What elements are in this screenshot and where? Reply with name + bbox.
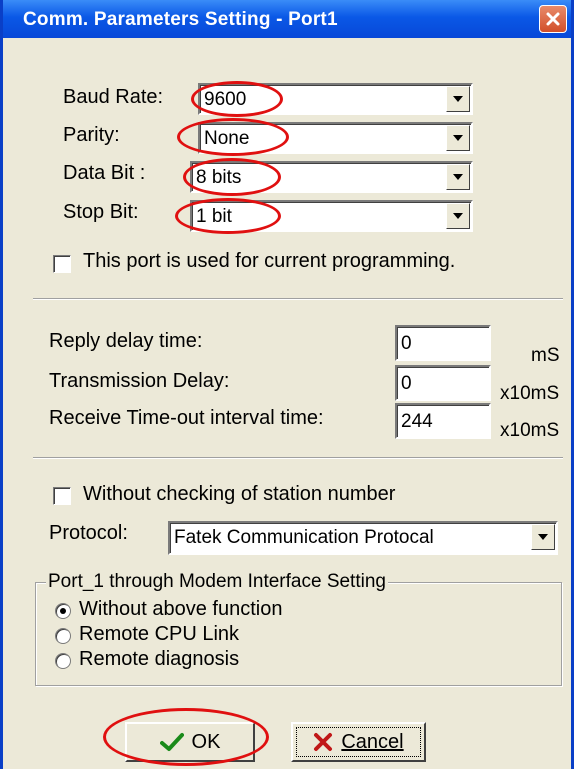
reply-delay-label: Reply delay time: <box>49 330 203 352</box>
without-station-check-checkbox[interactable] <box>53 487 71 505</box>
transmission-delay-value: 0 <box>401 373 412 394</box>
baud-rate-dropdown-button[interactable] <box>446 86 470 112</box>
data-bit-value: 8 bits <box>196 167 242 188</box>
ok-button[interactable]: OK <box>125 722 255 762</box>
modem-group-title: Port_1 through Modem Interface Setting <box>46 571 388 593</box>
parity-select[interactable]: None <box>198 122 473 154</box>
current-programming-checkbox[interactable] <box>53 255 71 273</box>
parity-value: None <box>204 128 250 149</box>
reply-delay-input[interactable]: 0 <box>395 325 491 361</box>
radio-remote-cpu-link-label: Remote CPU Link <box>79 623 240 645</box>
reply-delay-unit: mS <box>531 345 560 366</box>
baud-rate-select[interactable]: 9600 <box>198 83 473 115</box>
reply-delay-value: 0 <box>401 333 412 354</box>
without-station-check-label: Without checking of station number <box>83 483 396 505</box>
radio-without-function[interactable] <box>55 603 71 619</box>
protocol-label: Protocol: <box>49 522 128 544</box>
receive-timeout-input[interactable]: 244 <box>395 403 491 439</box>
protocol-dropdown-button[interactable] <box>531 524 555 550</box>
protocol-select[interactable]: Fatek Communication Protocal <box>168 521 558 555</box>
cancel-button-label: Cancel <box>341 730 404 753</box>
radio-remote-diagnosis-label: Remote diagnosis <box>79 648 240 670</box>
separator <box>33 298 563 300</box>
radio-without-function-label: Without above function <box>79 598 283 620</box>
parity-dropdown-button[interactable] <box>446 125 470 151</box>
chevron-down-icon <box>453 135 463 141</box>
stop-bit-dropdown-button[interactable] <box>446 203 470 229</box>
parity-label: Parity: <box>63 124 120 146</box>
transmission-delay-unit: x10mS <box>500 383 560 404</box>
protocol-value: Fatek Communication Protocal <box>174 527 434 548</box>
data-bit-select[interactable]: 8 bits <box>190 161 473 193</box>
baud-rate-value: 9600 <box>204 89 247 110</box>
checkmark-icon <box>159 733 184 751</box>
dialog-window: Comm. Parameters Setting - Port1 Baud Ra… <box>0 0 574 769</box>
cancel-button[interactable]: Cancel <box>291 722 426 762</box>
close-icon <box>546 12 560 26</box>
stop-bit-select[interactable]: 1 bit <box>190 200 473 232</box>
current-programming-label: This port is used for current programmin… <box>83 250 456 272</box>
receive-timeout-label: Receive Time-out interval time: <box>49 407 324 429</box>
stop-bit-value: 1 bit <box>196 206 232 227</box>
chevron-down-icon <box>453 174 463 180</box>
window-title: Comm. Parameters Setting - Port1 <box>23 9 338 30</box>
data-bit-label: Data Bit : <box>63 162 146 184</box>
chevron-down-icon <box>453 96 463 102</box>
radio-remote-diagnosis[interactable] <box>55 653 71 669</box>
transmission-delay-label: Transmission Delay: <box>49 370 230 392</box>
ok-button-label: OK <box>191 730 221 753</box>
title-bar[interactable]: Comm. Parameters Setting - Port1 <box>3 0 571 38</box>
receive-timeout-unit: x10mS <box>500 420 560 441</box>
chevron-down-icon <box>538 534 548 540</box>
separator <box>33 457 563 459</box>
stop-bit-label: Stop Bit: <box>63 201 139 223</box>
x-icon <box>314 733 333 751</box>
transmission-delay-input[interactable]: 0 <box>395 365 491 401</box>
radio-remote-cpu-link[interactable] <box>55 628 71 644</box>
baud-rate-label: Baud Rate: <box>63 86 164 108</box>
data-bit-dropdown-button[interactable] <box>446 164 470 190</box>
close-button[interactable] <box>539 5 567 33</box>
receive-timeout-value: 244 <box>401 411 433 432</box>
chevron-down-icon <box>453 213 463 219</box>
